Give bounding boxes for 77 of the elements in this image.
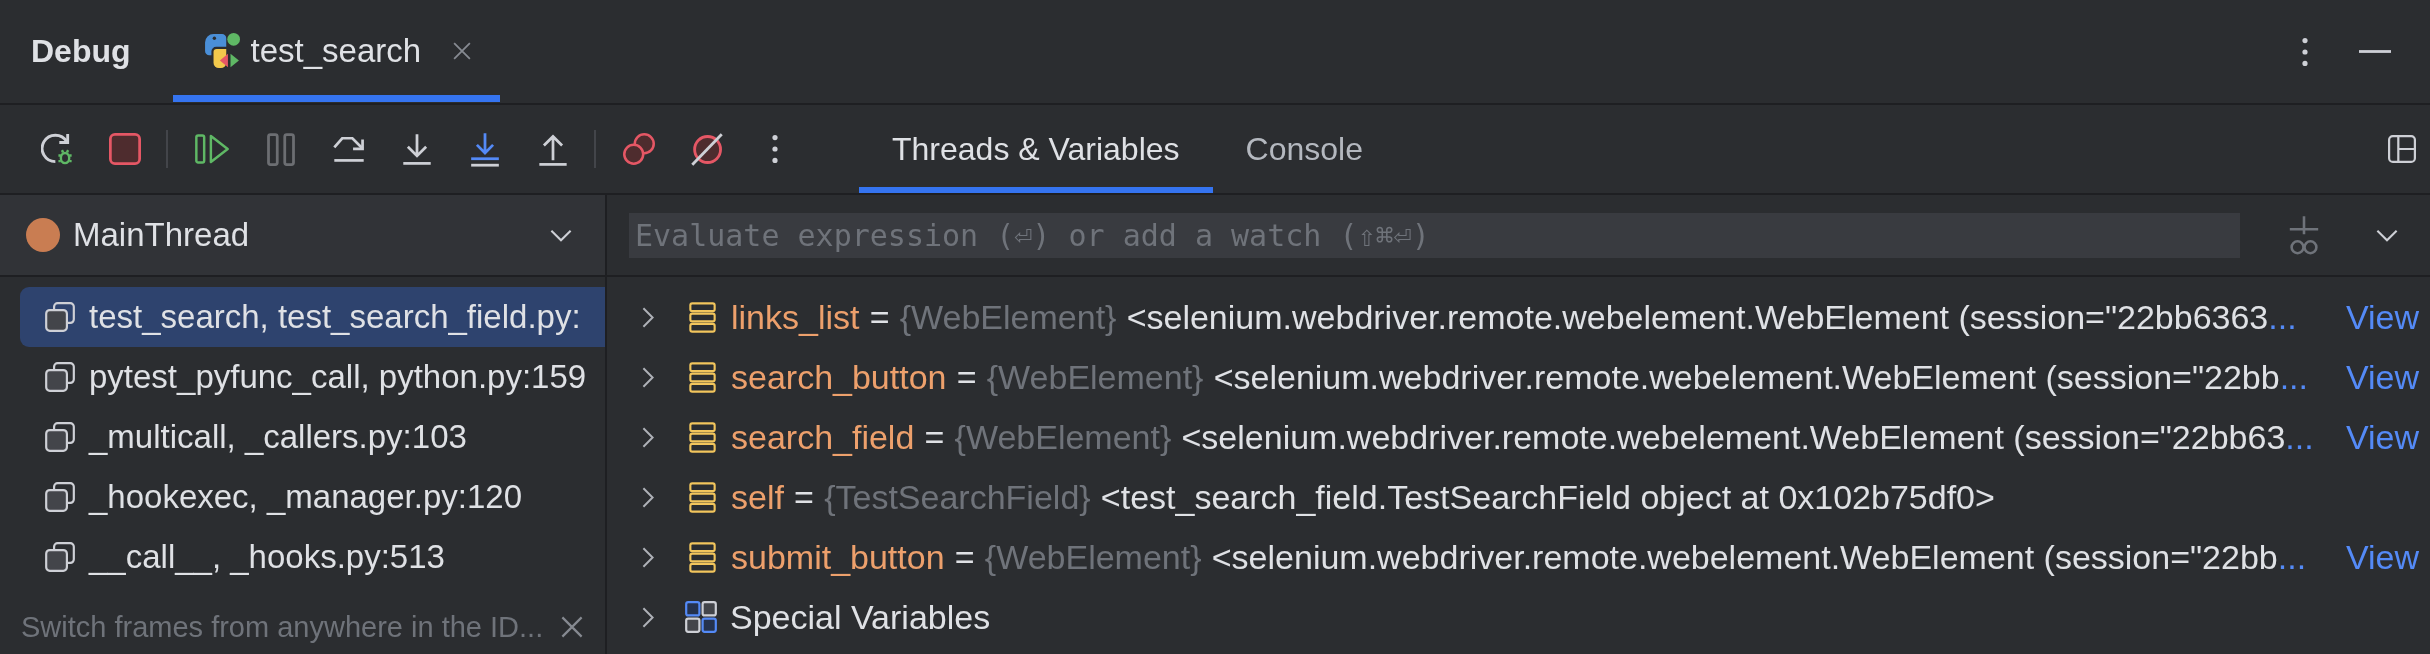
stop-icon[interactable] (109, 133, 141, 165)
frame-icon (45, 542, 75, 572)
window-title: Debug (31, 33, 131, 70)
variable-icon (689, 421, 716, 453)
chevron-right-icon[interactable] (642, 546, 654, 568)
variable-name: self (731, 477, 784, 517)
variable-type: {WebElement} (986, 357, 1204, 397)
ellipsis-text: ... (2285, 417, 2314, 457)
equals-sign: = (924, 417, 945, 457)
resume-icon[interactable] (195, 134, 229, 164)
chevron-right-icon[interactable] (642, 486, 654, 508)
frame-item[interactable]: __call__, _hooks.py:513 (20, 527, 605, 587)
variable-value: <selenium.webdriver.remote.webelement.WebElement (session="22bb63 (1181, 417, 2286, 457)
tab[interactable]: Console (1212, 105, 1396, 193)
layout-icon[interactable] (2388, 135, 2416, 163)
chevron-right-icon[interactable] (642, 366, 654, 388)
step-into-icon[interactable] (402, 133, 432, 165)
mute-breakpoints-icon[interactable] (691, 132, 723, 166)
variable-value: <selenium.webdriver.remote.webelement.WebElement (session="22bb (1213, 357, 2280, 397)
grid-icon (685, 601, 717, 633)
variable-type: {TestSearchField} (824, 477, 1091, 517)
variable-name: search_field (731, 417, 915, 457)
rerun-bug-icon[interactable] (41, 132, 73, 166)
more-icon[interactable] (771, 133, 779, 165)
close-icon[interactable] (561, 616, 583, 638)
frame-item[interactable]: _multicall, _callers.py:103 (20, 407, 605, 467)
ellipsis-text: ... (2268, 297, 2297, 337)
frame-icon (45, 302, 75, 332)
tab[interactable]: test_search (172, 0, 501, 102)
add-watch-icon[interactable] (2287, 215, 2321, 255)
close-icon[interactable] (453, 42, 472, 60)
variable-icon (689, 481, 716, 513)
variable-value: <selenium.webdriver.remote.webelement.WebElement (session="22bb (1211, 537, 2278, 577)
step-over-icon[interactable] (333, 136, 365, 162)
variable-icon (689, 301, 716, 333)
variable-value: <test_search_field.TestSearchField object at 0x102b75df0> (1100, 477, 1995, 517)
frame-item[interactable]: pytest_pyfunc_call, python.py:159 (20, 347, 605, 407)
chevron-right-icon[interactable] (642, 426, 654, 448)
breakpoints-icon[interactable] (623, 133, 655, 165)
expression-field[interactable]: Evaluate expression (⏎) or add a watch (⇧⌘⏎) (629, 212, 2240, 258)
view-link[interactable]: View (2329, 357, 2419, 397)
frame-item[interactable]: _hookexec, _manager.py:120 (20, 467, 605, 527)
chevron-right-icon[interactable] (642, 606, 654, 628)
status-dot-icon (26, 218, 60, 252)
ellipsis-text: ... (2277, 537, 2307, 577)
thread-selector[interactable]: MainThread (0, 195, 605, 277)
variable-type: {WebElement} (899, 297, 1117, 337)
python-test-icon (203, 33, 240, 69)
variable-value: <selenium.webdriver.remote.webelement.WebElement (session="22bb6363 (1126, 297, 2269, 337)
frame-icon (45, 362, 75, 392)
chevron-down-icon[interactable] (2376, 228, 2398, 242)
view-link[interactable]: View (2329, 297, 2419, 337)
frame-item[interactable]: test_search, test_search_field.py: (20, 287, 605, 347)
view-link[interactable]: View (2329, 417, 2419, 457)
frame-icon (45, 422, 75, 452)
equals-sign: = (956, 357, 977, 397)
variable-type: {WebElement} (954, 417, 1172, 457)
variable-icon (689, 541, 716, 573)
chevron-down-icon (550, 228, 572, 242)
variable-name: search_button (731, 357, 947, 397)
variable-name: links_list (731, 297, 860, 337)
tab[interactable]: Threads & Variables (859, 105, 1213, 193)
ellipsis-text: ... (2279, 357, 2308, 397)
step-out-icon[interactable] (538, 132, 568, 166)
hint-text: Switch frames from anywhere in the ID... (21, 610, 544, 644)
variable-icon (689, 361, 716, 393)
variable-type: {WebElement} (984, 537, 1202, 577)
view-link[interactable]: View (2329, 537, 2419, 577)
variable-name: submit_button (731, 537, 945, 577)
equals-sign: = (954, 537, 975, 577)
group-name: Special Variables (730, 597, 991, 637)
step-into-icon[interactable] (470, 131, 500, 167)
more-icon[interactable] (2301, 35, 2309, 68)
chevron-right-icon[interactable] (642, 306, 654, 328)
equals-sign: = (794, 477, 814, 517)
frame-icon (45, 482, 75, 512)
equals-sign: = (869, 297, 890, 337)
